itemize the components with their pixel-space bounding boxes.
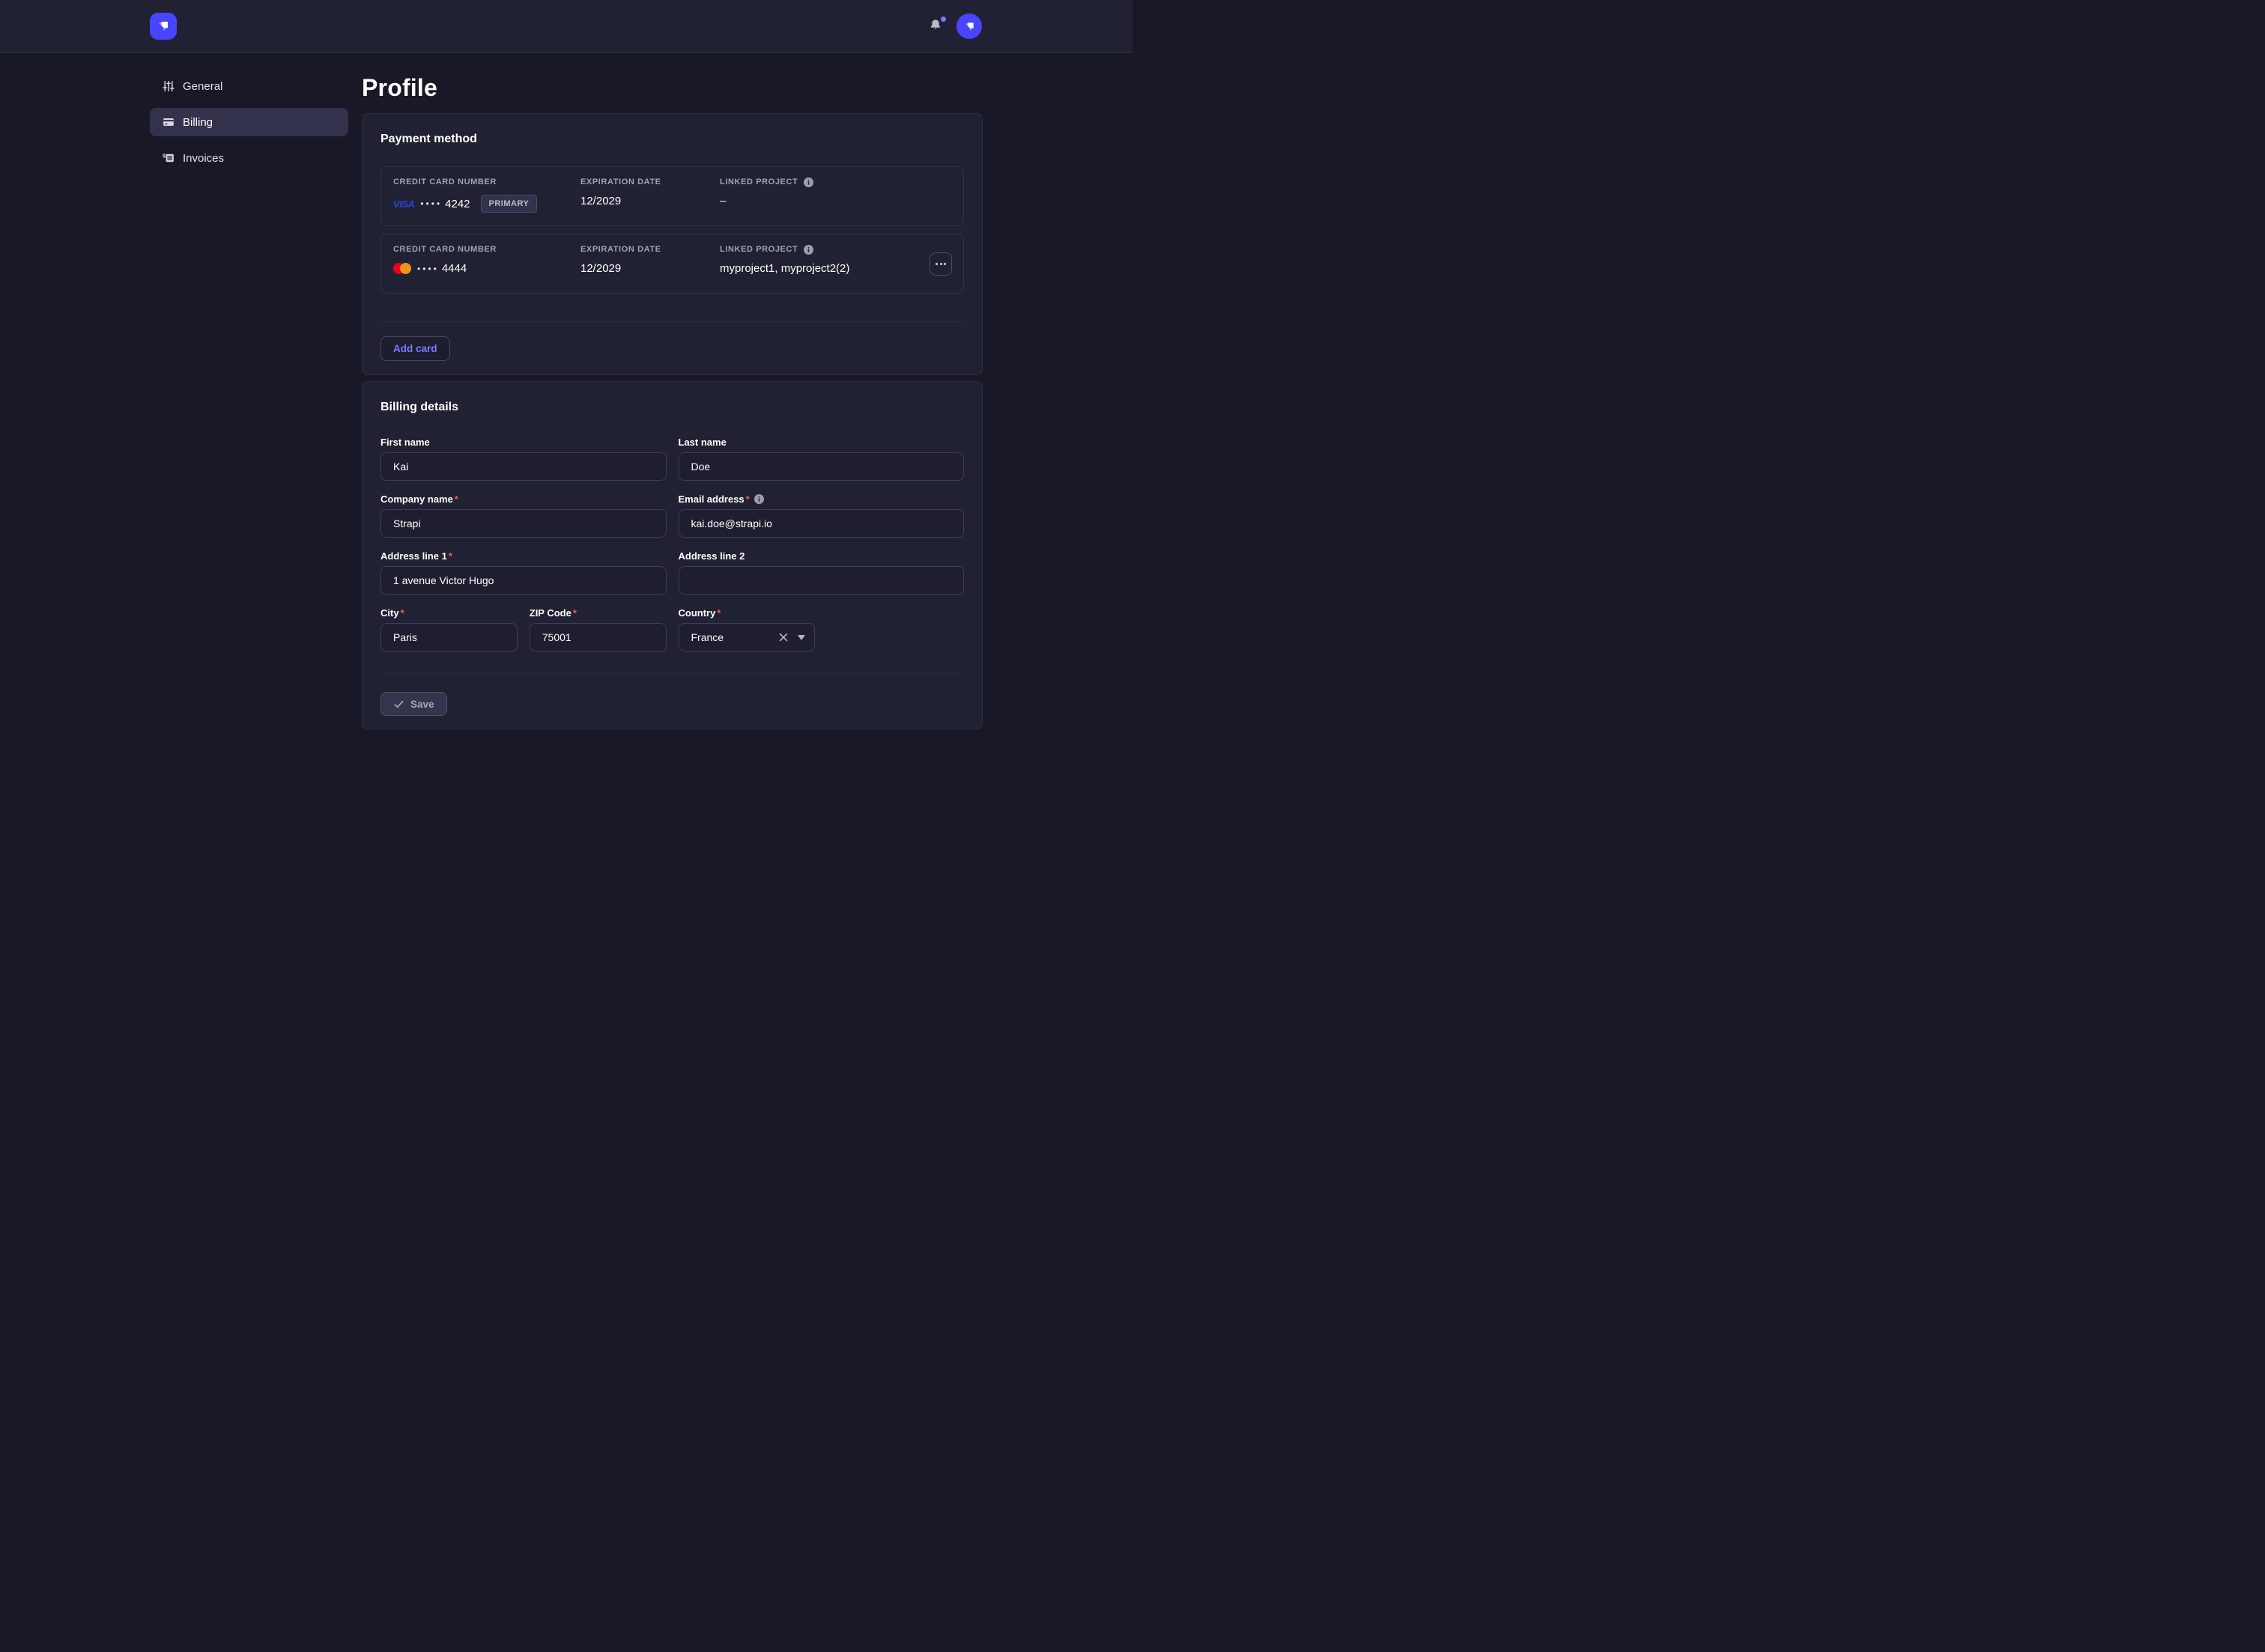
country-value: France bbox=[691, 631, 779, 643]
expiration-cell: EXPIRATION DATE 12/2029 bbox=[580, 177, 720, 216]
address-line2-label: Address line 2 bbox=[679, 550, 965, 562]
company-name-field: Company name* bbox=[380, 493, 667, 538]
first-name-field: First name bbox=[380, 436, 667, 481]
info-icon[interactable] bbox=[804, 245, 813, 255]
linked-project-cell: LINKED PROJECT – bbox=[720, 177, 951, 216]
sidebar-item-invoices[interactable]: $ Invoices bbox=[150, 144, 348, 172]
country-select[interactable]: France bbox=[679, 623, 816, 652]
credit-card-number-label: CREDIT CARD NUMBER bbox=[393, 177, 580, 187]
main-content: Profile Payment method CREDIT CARD NUMBE… bbox=[362, 71, 983, 729]
address-line2-input[interactable] bbox=[679, 566, 965, 595]
chevron-down-icon[interactable] bbox=[798, 635, 805, 640]
city-label: City* bbox=[380, 607, 518, 619]
country-label: Country* bbox=[679, 607, 816, 619]
zip-code-field: ZIP Code* bbox=[530, 607, 667, 652]
required-marker: * bbox=[449, 550, 452, 562]
section-divider bbox=[380, 321, 964, 322]
visa-logo: VISA bbox=[393, 198, 414, 210]
top-header bbox=[0, 0, 1132, 53]
required-marker: * bbox=[746, 494, 750, 505]
payment-method-title: Payment method bbox=[380, 132, 964, 147]
company-name-label: Company name* bbox=[380, 493, 667, 505]
sliders-icon bbox=[163, 80, 175, 92]
address-line2-field: Address line 2 bbox=[679, 550, 965, 595]
first-name-label: First name bbox=[380, 436, 667, 448]
strapi-logo[interactable] bbox=[150, 13, 177, 40]
last-name-input[interactable] bbox=[679, 452, 965, 481]
address-line1-label: Address line 1* bbox=[380, 550, 667, 562]
sidebar-item-billing[interactable]: Billing bbox=[150, 108, 348, 136]
svg-text:$: $ bbox=[163, 152, 166, 159]
zip-code-input[interactable] bbox=[530, 623, 667, 652]
linked-project-value: – bbox=[720, 195, 951, 207]
avatar-strapi-icon bbox=[962, 19, 977, 34]
primary-badge: PRIMARY bbox=[481, 195, 538, 213]
company-name-input[interactable] bbox=[380, 509, 667, 538]
linked-project-value: myproject1, myproject2(2) bbox=[720, 262, 951, 275]
sidebar-item-label: Billing bbox=[183, 116, 213, 129]
required-marker: * bbox=[717, 607, 721, 619]
page-title: Profile bbox=[362, 71, 983, 104]
billing-details-card: Billing details First name Last name Com… bbox=[362, 381, 983, 729]
info-icon[interactable] bbox=[804, 177, 813, 187]
credit-card-cell: CREDIT CARD NUMBER •••• 4444 bbox=[393, 244, 580, 283]
expiration-cell: EXPIRATION DATE 12/2029 bbox=[580, 244, 720, 283]
save-button-label: Save bbox=[410, 699, 434, 710]
sidebar-item-label: Invoices bbox=[183, 152, 224, 165]
email-input[interactable] bbox=[679, 509, 965, 538]
email-field: Email address* bbox=[679, 493, 965, 538]
last-name-field: Last name bbox=[679, 436, 965, 481]
notifications-button[interactable] bbox=[928, 18, 944, 34]
info-icon[interactable] bbox=[754, 494, 764, 504]
expiration-date-value: 12/2029 bbox=[580, 262, 720, 275]
expiration-date-value: 12/2029 bbox=[580, 195, 720, 207]
card-masked-dots: •••• bbox=[417, 264, 439, 274]
required-marker: * bbox=[401, 607, 404, 619]
city-field: City* bbox=[380, 607, 518, 652]
sidebar-item-label: General bbox=[183, 80, 222, 93]
linked-project-label: LINKED PROJECT bbox=[720, 177, 798, 186]
country-field: Country* France bbox=[679, 607, 816, 652]
payment-card-row-visa: CREDIT CARD NUMBER VISA •••• 4242 PRIMAR… bbox=[380, 166, 964, 226]
city-input[interactable] bbox=[380, 623, 518, 652]
clear-icon[interactable] bbox=[778, 632, 789, 643]
expiration-date-label: EXPIRATION DATE bbox=[580, 177, 720, 187]
linked-project-cell: LINKED PROJECT myproject1, myproject2(2) bbox=[720, 244, 951, 283]
user-avatar[interactable] bbox=[956, 13, 982, 39]
card-masked-dots: •••• bbox=[420, 198, 442, 209]
mastercard-logo bbox=[393, 263, 411, 274]
email-label: Email address* bbox=[679, 493, 965, 505]
payment-method-card: Payment method CREDIT CARD NUMBER VISA •… bbox=[362, 113, 983, 375]
more-options-button[interactable] bbox=[930, 252, 952, 276]
last-name-label: Last name bbox=[679, 436, 965, 448]
settings-sidebar: General Billing $ Invoices bbox=[150, 72, 348, 180]
payment-card-row-mastercard: CREDIT CARD NUMBER •••• 4444 EXPIRATION … bbox=[380, 234, 964, 294]
section-divider bbox=[380, 672, 964, 673]
address-line1-field: Address line 1* bbox=[380, 550, 667, 595]
notification-dot bbox=[941, 16, 946, 22]
sidebar-item-general[interactable]: General bbox=[150, 72, 348, 100]
add-card-button[interactable]: Add card bbox=[380, 336, 450, 361]
invoice-icon: $ bbox=[163, 152, 175, 164]
check-icon bbox=[393, 699, 404, 710]
card-last4: 4444 bbox=[442, 262, 467, 275]
strapi-bolt-icon bbox=[155, 18, 172, 34]
credit-card-number-label: CREDIT CARD NUMBER bbox=[393, 244, 580, 255]
credit-card-icon bbox=[163, 116, 175, 128]
linked-project-label: LINKED PROJECT bbox=[720, 245, 798, 254]
address-line1-input[interactable] bbox=[380, 566, 667, 595]
card-last4: 4242 bbox=[445, 198, 470, 210]
billing-details-title: Billing details bbox=[380, 400, 964, 415]
required-marker: * bbox=[455, 494, 458, 505]
zip-code-label: ZIP Code* bbox=[530, 607, 667, 619]
save-button[interactable]: Save bbox=[380, 692, 447, 716]
required-marker: * bbox=[573, 607, 577, 619]
expiration-date-label: EXPIRATION DATE bbox=[580, 244, 720, 255]
first-name-input[interactable] bbox=[380, 452, 667, 481]
credit-card-cell: CREDIT CARD NUMBER VISA •••• 4242 PRIMAR… bbox=[393, 177, 580, 216]
